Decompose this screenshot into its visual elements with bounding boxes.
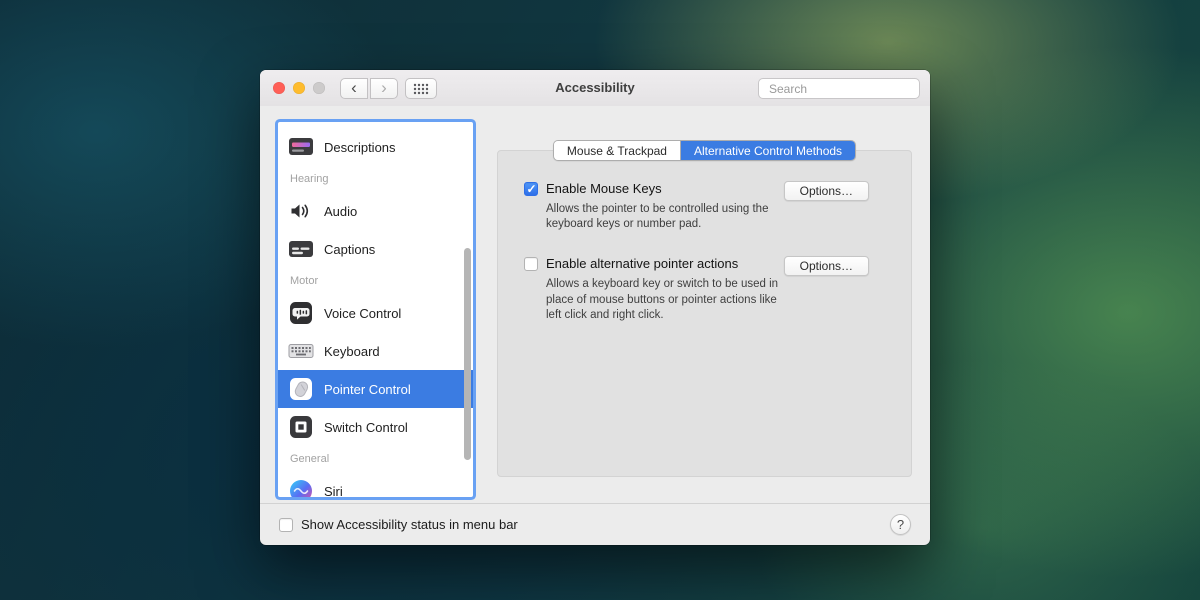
- window-footer: Show Accessibility status in menu bar ?: [260, 503, 930, 545]
- sidebar-section-motor: Motor: [290, 275, 319, 287]
- sidebar-item-label: Captions: [324, 241, 376, 257]
- enable-mouse-keys-label[interactable]: Enable Mouse Keys: [546, 181, 784, 196]
- alternative-pointer-actions-options-button[interactable]: Options…: [783, 256, 869, 277]
- mouse-keys-options-button[interactable]: Options…: [783, 181, 869, 201]
- accessibility-sidebar: Descriptions Hearing Audio Captions Moto…: [278, 122, 473, 497]
- enable-alternative-pointer-actions-checkbox[interactable]: [524, 257, 538, 272]
- sidebar-item-label: Descriptions: [324, 139, 396, 155]
- sidebar-item-label: Voice Control: [324, 305, 402, 321]
- sidebar-item-label: Pointer Control: [324, 381, 411, 397]
- question-mark-icon: ?: [896, 517, 905, 532]
- sidebar-item-descriptions[interactable]: Descriptions: [278, 128, 473, 166]
- sidebar-item-label: Audio: [324, 203, 358, 219]
- accessibility-preferences-window: ‹ › Accessibility Search Descriptions He…: [260, 70, 930, 545]
- mouse-keys-row: Enable Mouse Keys Allows the pointer to …: [524, 181, 869, 232]
- search-field[interactable]: [758, 78, 924, 99]
- descriptions-icon: [288, 134, 314, 160]
- tab-bar: Mouse & Trackpad Alternative Control Met…: [497, 140, 912, 161]
- sidebar-scrollbar[interactable]: [464, 248, 471, 460]
- audio-speaker-icon: [288, 198, 314, 224]
- search-input[interactable]: [769, 81, 924, 96]
- mouse-keys-description: Allows the pointer to be controlled usin…: [546, 203, 769, 231]
- sidebar-item-voice-control[interactable]: Voice Control: [278, 294, 473, 332]
- enable-mouse-keys-checkbox[interactable]: [524, 182, 538, 196]
- tab-alternative-control-methods[interactable]: Alternative Control Methods: [680, 141, 856, 160]
- pointer-control-icon: [288, 376, 314, 402]
- help-button[interactable]: ?: [890, 514, 911, 535]
- show-accessibility-status-checkbox[interactable]: [279, 518, 293, 532]
- sidebar-item-switch-control[interactable]: Switch Control: [278, 408, 473, 446]
- sidebar-item-label: Keyboard: [324, 343, 380, 359]
- enable-alternative-pointer-actions-label[interactable]: Enable alternative pointer actions: [546, 256, 784, 271]
- tab-mouse-trackpad[interactable]: Mouse & Trackpad: [553, 141, 681, 160]
- alternative-pointer-actions-row: Enable alternative pointer actions Allow…: [524, 256, 869, 323]
- show-accessibility-status-label[interactable]: Show Accessibility status in menu bar: [301, 517, 518, 532]
- sidebar-item-audio[interactable]: Audio: [278, 192, 473, 230]
- sidebar-item-captions[interactable]: Captions: [278, 230, 473, 268]
- alternative-control-methods-panel: Enable Mouse Keys Allows the pointer to …: [497, 150, 912, 477]
- captions-icon: [288, 236, 314, 262]
- sidebar-item-siri[interactable]: Siri: [278, 472, 473, 497]
- sidebar-section-general: General: [290, 453, 330, 465]
- sidebar-section-hearing: Hearing: [290, 173, 329, 185]
- sidebar-item-label: Siri: [324, 483, 343, 498]
- title-bar: ‹ › Accessibility: [260, 70, 930, 106]
- sidebar-item-label: Switch Control: [324, 419, 408, 435]
- sidebar-item-keyboard[interactable]: Keyboard: [278, 332, 473, 370]
- keyboard-icon: [288, 338, 314, 364]
- sidebar-item-pointer-control[interactable]: Pointer Control: [278, 370, 473, 408]
- switch-control-icon: [288, 414, 314, 440]
- voice-control-icon: [288, 300, 314, 326]
- alternative-pointer-actions-description: Allows a keyboard key or switch to be us…: [546, 278, 779, 321]
- siri-icon: [288, 478, 314, 497]
